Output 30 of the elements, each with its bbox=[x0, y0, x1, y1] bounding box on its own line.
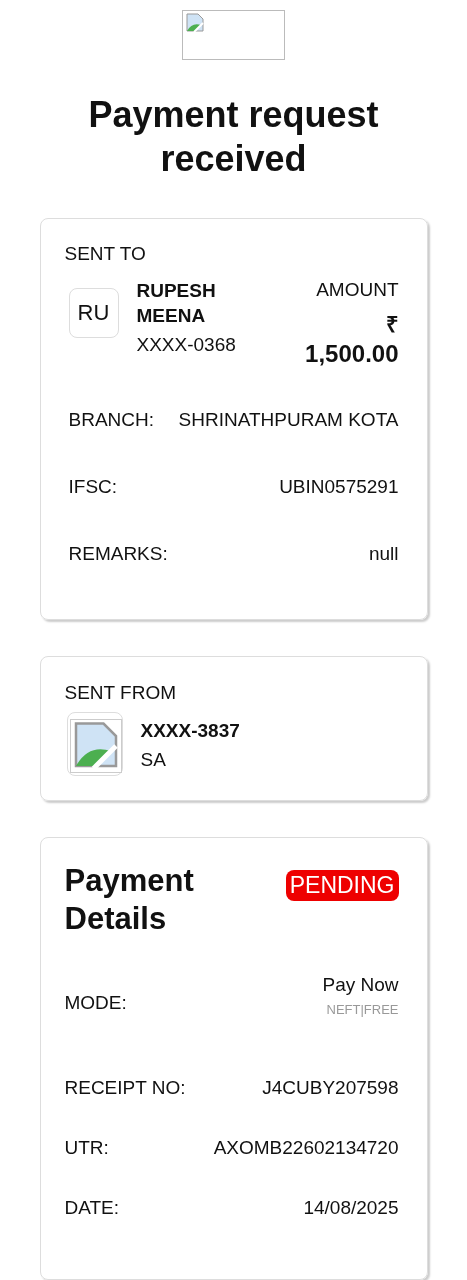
initials-avatar: RU bbox=[68, 288, 119, 339]
amount-value: 1,500.00 bbox=[305, 340, 399, 369]
field-label: MODE: bbox=[64, 991, 127, 1014]
field-value: AXOMB22602134720 bbox=[213, 1136, 399, 1159]
amount-label: AMOUNT bbox=[316, 278, 399, 303]
field-value: UBIN0575291 bbox=[279, 475, 399, 498]
currency-symbol: ₹ bbox=[385, 311, 399, 339]
field-value: SHRINATHPURAM KOTA bbox=[178, 408, 399, 431]
field-label: DATE: bbox=[64, 1196, 120, 1219]
field-value: Pay Now bbox=[322, 974, 399, 997]
field-label: REMARKS: bbox=[68, 542, 168, 565]
mode-subtext: NEFT|FREE bbox=[326, 1002, 399, 1018]
section-title: Payment Details bbox=[64, 861, 195, 938]
field-label: BRANCH: bbox=[68, 408, 154, 431]
broken-image-icon bbox=[69, 719, 122, 774]
status-badge: PENDING bbox=[285, 870, 399, 902]
page-title: Payment request received bbox=[87, 93, 380, 182]
section-label: SENT TO bbox=[64, 243, 147, 266]
account-number: XXXX-3837 bbox=[140, 718, 241, 743]
account-number: XXXX-0368 bbox=[136, 334, 237, 357]
recipient-name: RUPESH MEENA bbox=[136, 279, 217, 329]
field-value: null bbox=[368, 542, 399, 565]
field-value: 14/08/2025 bbox=[303, 1196, 399, 1219]
field-label: RECEIPT NO: bbox=[64, 1076, 186, 1099]
broken-image-icon bbox=[185, 13, 205, 33]
section-label: SENT FROM bbox=[64, 682, 178, 705]
field-label: UTR: bbox=[64, 1136, 109, 1159]
sender-name: SA bbox=[140, 748, 167, 771]
field-label: IFSC: bbox=[68, 475, 118, 498]
field-value: J4CUBY207598 bbox=[262, 1076, 399, 1099]
